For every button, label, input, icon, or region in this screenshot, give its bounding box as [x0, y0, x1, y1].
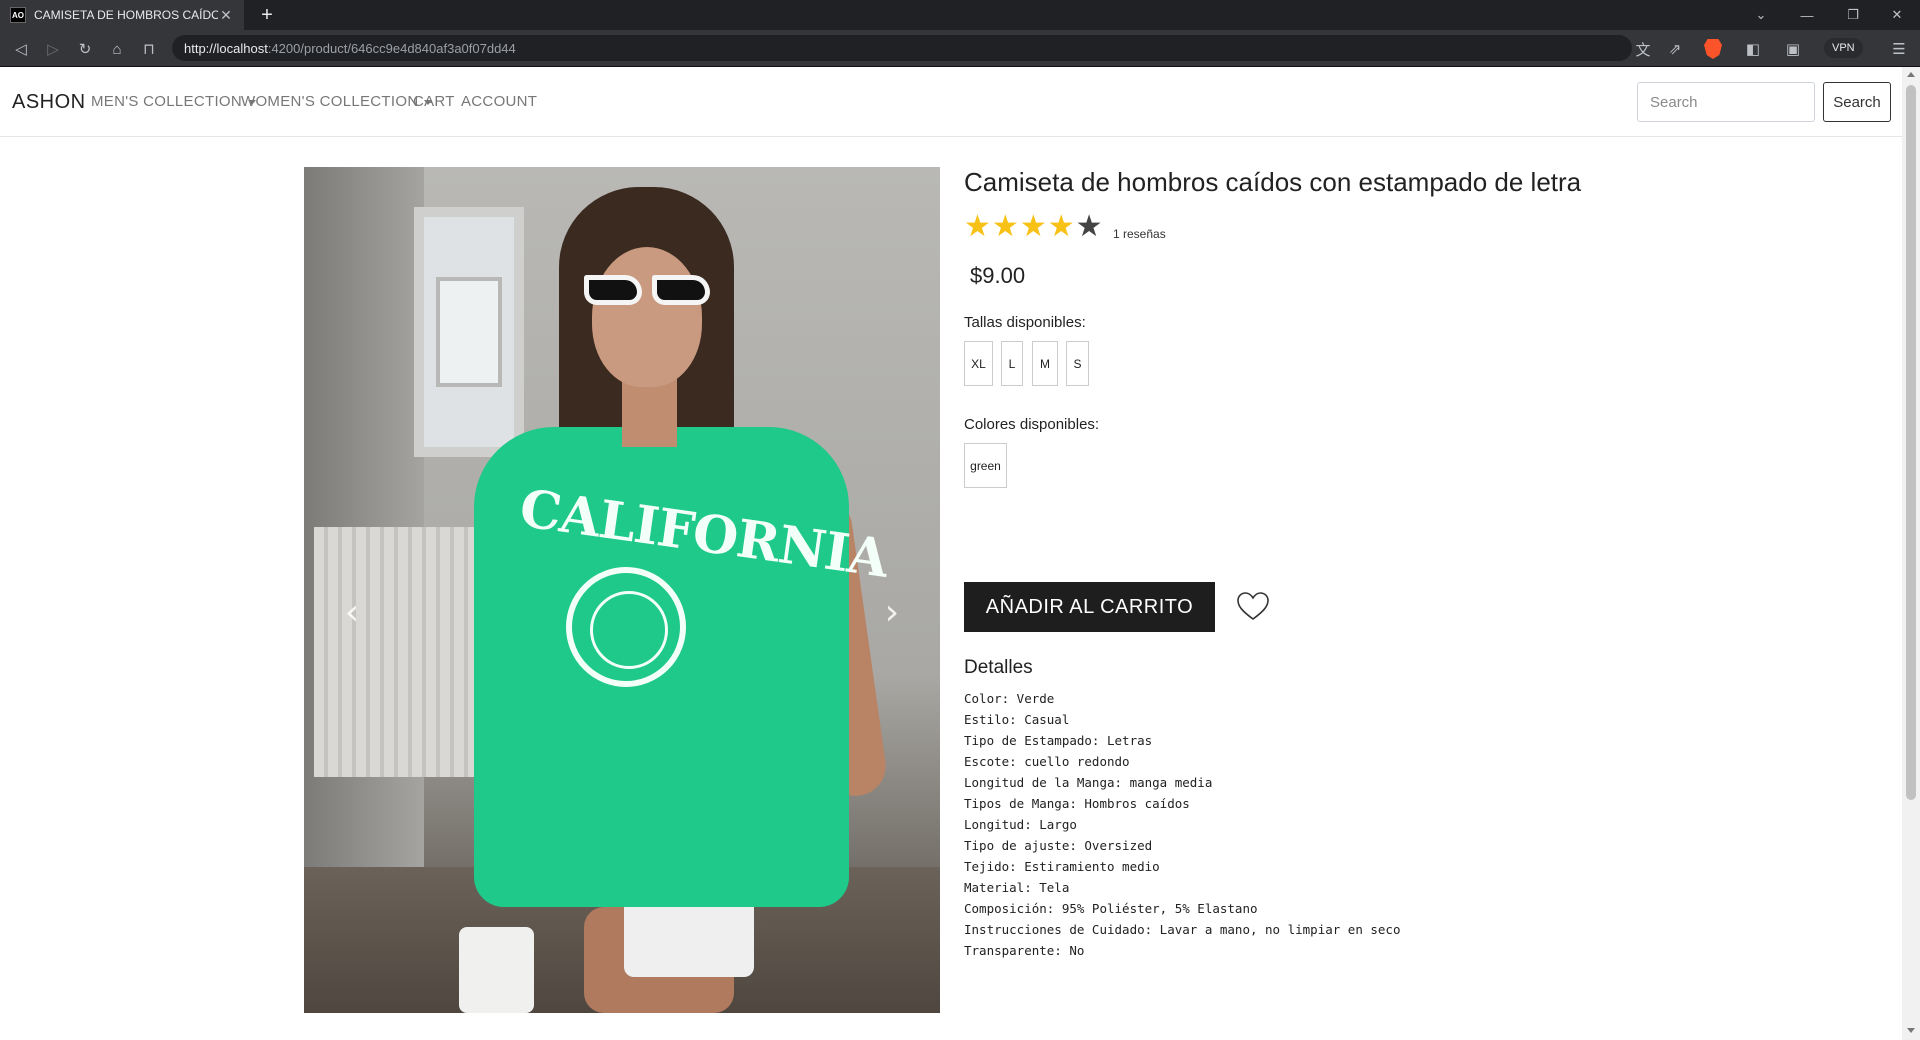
url-path: :4200/product/646cc9e4d840af3a0f07dd44 — [267, 40, 516, 56]
product-title: Camiseta de hombros caídos con estampado… — [964, 167, 1582, 197]
forward-icon[interactable]: ▷ — [42, 38, 64, 60]
nav-account[interactable]: ACCOUNT — [461, 93, 537, 110]
detail-item: Transparente: No — [964, 943, 1085, 958]
bookmark-icon[interactable]: ⊓ — [138, 38, 160, 60]
carousel-next-icon[interactable]: › — [872, 582, 912, 642]
size-option-m[interactable]: M — [1032, 341, 1058, 386]
browser-tab-active[interactable]: AO CAMISETA DE HOMBROS CAÍDOS ✕ — [0, 0, 244, 30]
colors-label: Colores disponibles: — [964, 416, 1100, 433]
page: ASHON MEN'S COLLECTION WOMEN'S COLLECTIO… — [0, 67, 1920, 1040]
search-input[interactable] — [1637, 82, 1815, 122]
size-option-l[interactable]: L — [1001, 341, 1023, 386]
size-option-xl[interactable]: XL — [964, 341, 993, 386]
vpn-label: VPN — [1832, 42, 1855, 54]
nav-mens-collection-label: MEN'S COLLECTION — [91, 93, 243, 110]
detail-item: Escote: cuello redondo — [964, 754, 1130, 769]
detail-item: Longitud de la Manga: manga media — [964, 775, 1213, 790]
nav-womens-collection[interactable]: WOMEN'S COLLECTION — [241, 93, 433, 110]
detail-item: Tipo de Estampado: Letras — [964, 733, 1153, 748]
new-tab-icon[interactable]: + — [256, 4, 278, 26]
heart-icon[interactable] — [1236, 590, 1270, 624]
brave-shields-icon[interactable] — [1704, 39, 1722, 59]
detail-item: Tipos de Manga: Hombros caídos — [964, 796, 1190, 811]
brand-logo[interactable]: ASHON — [12, 91, 86, 114]
scroll-down-icon[interactable] — [1907, 1028, 1915, 1033]
tab-close-icon[interactable]: ✕ — [218, 7, 234, 24]
star-filled-icon: ★ — [1047, 210, 1075, 243]
search-button[interactable]: Search — [1823, 82, 1891, 122]
nav-cart[interactable]: CART — [413, 93, 455, 110]
address-bar[interactable]: i http://localhost:4200/product/646cc9e4… — [172, 35, 1632, 149]
star-filled-icon: ★ — [964, 210, 991, 243]
tab-list-chevron-icon[interactable]: ⌄ — [1738, 0, 1784, 30]
detail-item: Tejido: Estiramiento medio — [964, 859, 1160, 874]
product-price: $9.00 — [970, 263, 1026, 288]
vpn-button[interactable]: VPN — [1824, 38, 1863, 58]
sidebar-icon[interactable]: ◧ — [1742, 38, 1764, 60]
scroll-up-icon[interactable] — [1907, 72, 1915, 77]
page-scrollbar[interactable] — [1902, 67, 1920, 1040]
tab-title: CAMISETA DE HOMBROS CAÍDOS — [34, 8, 218, 22]
nav-womens-collection-label: WOMEN'S COLLECTION — [241, 93, 419, 110]
minimize-icon[interactable]: — — [1784, 0, 1830, 30]
restore-icon[interactable]: ❐ — [1830, 0, 1876, 30]
menu-icon[interactable]: ☰ — [1888, 38, 1910, 60]
url-text: http://localhost:4200/product/646cc9e4d8… — [184, 41, 516, 56]
carousel-prev-icon[interactable]: ‹ — [332, 582, 372, 642]
translate-icon[interactable]: 文 — [1632, 38, 1654, 60]
rating-stars: ★ ★ ★ ★ ★ — [964, 212, 1104, 242]
detail-item: Tipo de ajuste: Oversized — [964, 838, 1153, 853]
nav-mens-collection[interactable]: MEN'S COLLECTION — [91, 93, 257, 110]
shirt-seal-graphic — [566, 567, 686, 687]
detail-item: Instrucciones de Cuidado: Lavar a mano, … — [964, 922, 1401, 937]
share-icon[interactable]: ⇗ — [1664, 38, 1686, 60]
size-option-s[interactable]: S — [1066, 341, 1089, 386]
reload-icon[interactable]: ↻ — [74, 38, 96, 60]
favicon-icon: AO — [10, 7, 26, 23]
color-option-green[interactable]: green — [964, 443, 1007, 488]
details-list: Color: Verde Estilo: Casual Tipo de Estamp… — [964, 688, 1401, 961]
url-host: http://localhost — [184, 40, 268, 56]
home-icon[interactable]: ⌂ — [106, 38, 128, 60]
detail-item: Material: Tela — [964, 880, 1070, 895]
back-icon[interactable]: ◁ — [10, 38, 32, 60]
star-empty-icon: ★ — [1075, 210, 1103, 243]
scrollbar-thumb[interactable] — [1906, 85, 1916, 800]
detail-item: Longitud: Largo — [964, 817, 1077, 832]
review-count[interactable]: 1 reseñas — [1113, 227, 1166, 241]
detail-item: Composición: 95% Poliéster, 5% Elastano — [964, 901, 1258, 916]
product-image-carousel: CALIFORNIA ‹ › — [304, 167, 940, 1013]
star-filled-icon: ★ — [991, 210, 1019, 243]
star-filled-icon: ★ — [1019, 210, 1047, 243]
wallet-icon[interactable]: ▣ — [1782, 38, 1804, 60]
close-window-icon[interactable]: ✕ — [1874, 0, 1920, 30]
details-heading: Detalles — [964, 657, 1033, 678]
detail-item: Color: Verde — [964, 691, 1055, 706]
browser-tabbar: AO CAMISETA DE HOMBROS CAÍDOS ✕ + ⌄ — ❐ … — [0, 0, 1920, 30]
add-to-cart-button[interactable]: AÑADIR AL CARRITO — [964, 582, 1215, 632]
sizes-label: Tallas disponibles: — [964, 314, 1086, 331]
site-navbar: ASHON MEN'S COLLECTION WOMEN'S COLLECTIO… — [0, 67, 1902, 137]
detail-item: Estilo: Casual — [964, 712, 1070, 727]
browser-toolbar: ◁ ▷ ↻ ⌂ ⊓ i http://localhost:4200/produc… — [0, 30, 1920, 149]
